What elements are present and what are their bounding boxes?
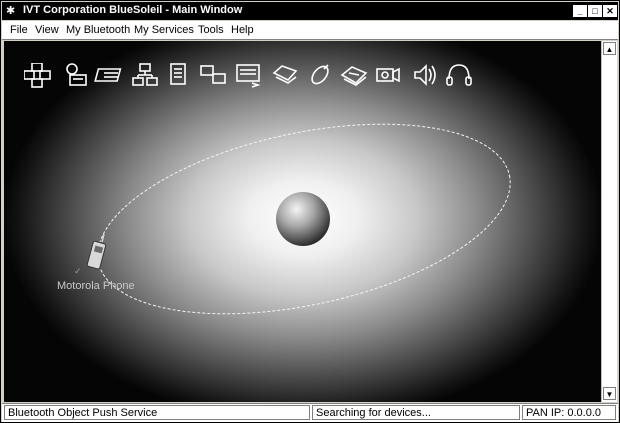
scroll-down-button[interactable]: ▼ (603, 387, 616, 400)
minimize-button[interactable]: _ (572, 4, 588, 18)
menu-my-services[interactable]: My Services (134, 24, 194, 36)
close-icon: ✕ (606, 6, 614, 16)
scroll-up-button[interactable]: ▲ (603, 42, 616, 55)
window-title: IVT Corporation BlueSoleil - Main Window (23, 4, 243, 16)
main-window: ✱ IVT Corporation BlueSoleil - Main Wind… (0, 0, 620, 423)
bluetooth-icon: ✱ (6, 5, 16, 17)
maximize-icon: □ (592, 6, 598, 16)
menu-bar: File View My Bluetooth My Services Tools… (2, 21, 618, 40)
menu-my-bluetooth[interactable]: My Bluetooth (66, 24, 130, 36)
status-pan-ip: PAN IP: 0.0.0.0 (522, 405, 616, 420)
mobile-phone-icon[interactable] (86, 233, 107, 270)
device-check-mark: ✓ (74, 266, 82, 276)
device-view[interactable]: ✓ Motorola Phone (4, 41, 601, 402)
menu-help[interactable]: Help (231, 24, 254, 36)
close-button[interactable]: ✕ (602, 4, 618, 18)
menu-tools[interactable]: Tools (198, 24, 224, 36)
menu-view[interactable]: View (35, 24, 59, 36)
title-bar[interactable]: ✱ IVT Corporation BlueSoleil - Main Wind… (2, 2, 618, 20)
vertical-scrollbar[interactable]: ▲ ▼ (601, 41, 617, 402)
local-device-sphere[interactable] (276, 192, 330, 246)
minimize-icon: _ (577, 6, 583, 16)
maximize-button[interactable]: □ (587, 4, 603, 18)
device-label[interactable]: Motorola Phone (57, 280, 135, 292)
status-bar: Bluetooth Object Push Service Searching … (2, 403, 618, 422)
orbit-canvas: ✓ (74, 123, 511, 315)
status-service: Bluetooth Object Push Service (4, 405, 310, 420)
status-search: Searching for devices... (312, 405, 520, 420)
menu-file[interactable]: File (10, 24, 28, 36)
